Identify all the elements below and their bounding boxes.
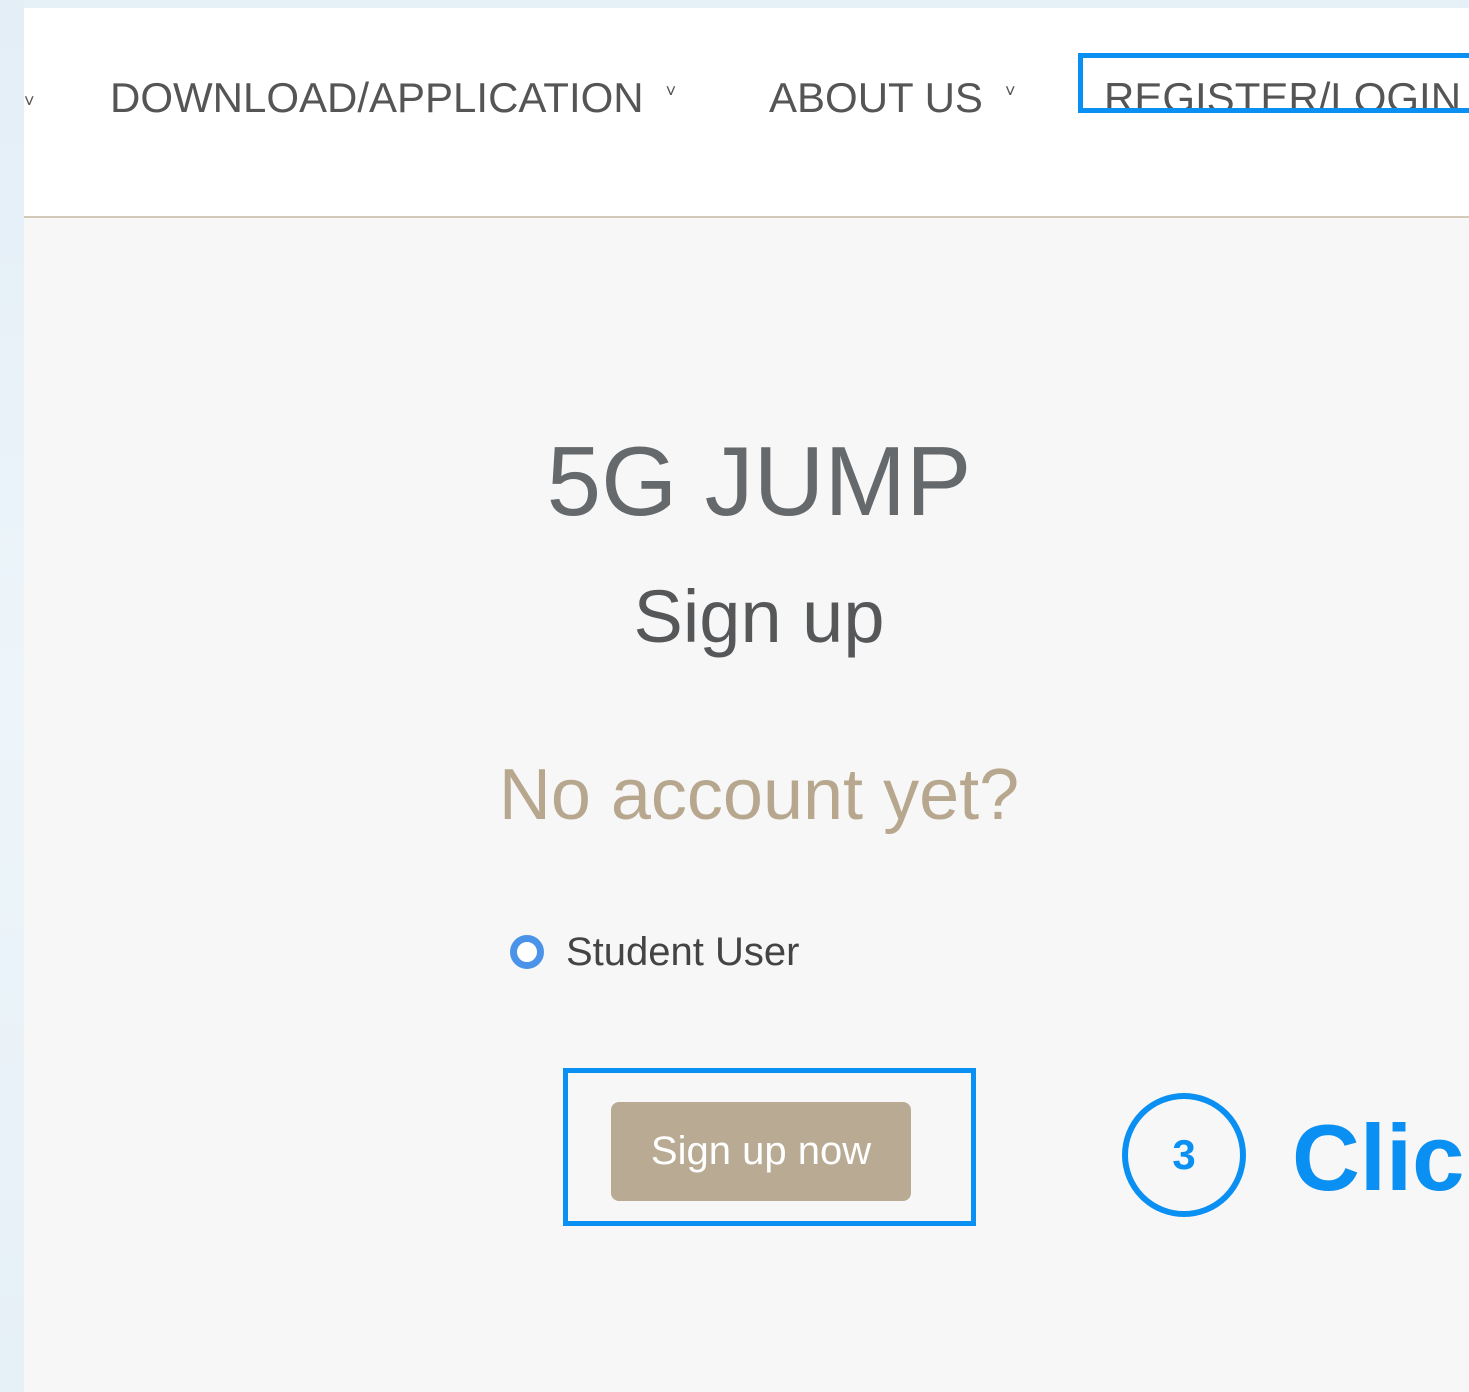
step-number-badge: 3 (1122, 1093, 1246, 1217)
nav-item-label: DOWNLOAD/APPLICATION (110, 74, 644, 121)
register-login-highlight-box (1078, 53, 1469, 113)
step-instruction-text: Click (1292, 1105, 1469, 1210)
radio-label: Student User (566, 929, 800, 974)
radio-selected-icon[interactable] (510, 935, 544, 969)
no-account-heading: No account yet? (498, 755, 1020, 835)
nav-item-about-us[interactable]: ABOUT US ˅ (769, 68, 1015, 131)
page: ˅ DOWNLOAD/APPLICATION ˅ ABOUT US ˅ REGIST… (24, 8, 1469, 1392)
top-background-strip (0, 0, 1469, 8)
navbar: ˅ DOWNLOAD/APPLICATION ˅ ABOUT US ˅ REGIST… (24, 8, 1469, 218)
chevron-down-icon[interactable]: ˅ (24, 92, 35, 110)
chevron-down-icon: ˅ (665, 80, 677, 101)
left-background-strip (0, 0, 24, 1392)
chevron-down-icon: ˅ (1004, 80, 1016, 101)
user-type-radio-option[interactable]: Student User (510, 924, 799, 980)
nav-item-label: ABOUT US (769, 74, 983, 121)
sign-up-now-button[interactable]: Sign up now (611, 1102, 911, 1201)
nav-item-download-application[interactable]: DOWNLOAD/APPLICATION ˅ (110, 68, 676, 131)
page-title: Sign up (633, 575, 885, 658)
brand-title: 5G JUMP (546, 426, 972, 536)
